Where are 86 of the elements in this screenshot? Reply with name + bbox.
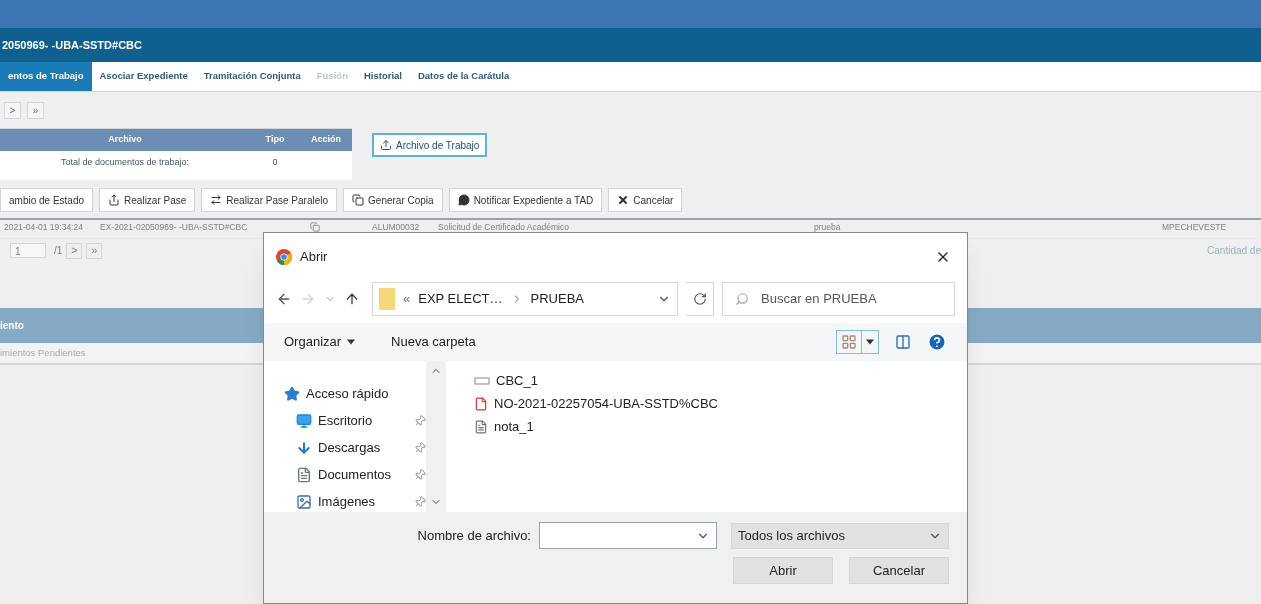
- up-button[interactable]: [344, 291, 360, 307]
- address-bar[interactable]: « EXP ELECT… PRUEBA: [372, 282, 678, 316]
- organize-menu[interactable]: Organizar: [284, 332, 356, 352]
- refresh-icon: [692, 292, 707, 306]
- action-button[interactable]: Realizar Pase: [99, 188, 196, 212]
- window-title: 2050969- -UBA-SSTD#CBC: [2, 37, 142, 53]
- forward-arrow-icon: [300, 291, 316, 307]
- nav-item[interactable]: Descargas: [296, 437, 426, 458]
- swap-arrows-icon: [210, 194, 223, 206]
- dialog-button[interactable]: Cancelar: [849, 557, 949, 584]
- tab[interactable]: entos de Trabajo: [0, 62, 92, 91]
- upload-button[interactable]: Archivo de Trabajo: [372, 133, 488, 157]
- view-grid-icon: [841, 334, 857, 350]
- file-item[interactable]: NO-2021-02257054-UBA-SSTD%CBC: [474, 394, 967, 414]
- search-input[interactable]: Buscar en PRUEBA: [761, 289, 931, 309]
- table-cell-text: Solicitud de Certificado Académico: [438, 220, 570, 234]
- image-icon: [296, 493, 312, 510]
- search-icon: [735, 292, 749, 306]
- nav-item[interactable]: Acceso rápido: [284, 383, 426, 404]
- folder-icon: [379, 288, 395, 310]
- action-button[interactable]: Realizar Pase Paralelo: [201, 188, 338, 212]
- table-cell-text: ALUM00032: [372, 220, 421, 234]
- tab[interactable]: Historial: [355, 62, 410, 91]
- preview-pane-button[interactable]: [895, 334, 911, 350]
- close-icon: [617, 194, 630, 206]
- table-cell-text: prueba: [814, 220, 842, 234]
- table-cell: MPECHEVESTE: [1162, 220, 1227, 234]
- filename-field[interactable]: [539, 522, 717, 549]
- copy-icon: [352, 194, 365, 206]
- column-header: Tipo: [264, 133, 286, 147]
- back-button[interactable]: [276, 291, 292, 307]
- action-button[interactable]: Cancelar: [608, 188, 683, 212]
- caret-icon: [866, 339, 874, 345]
- share-icon: [108, 194, 121, 206]
- pager-button[interactable]: »: [27, 102, 44, 119]
- action-button[interactable]: Notificar Expediente a TAD: [448, 188, 603, 212]
- table-cell-text: 2021-04-01 19:34:24: [3, 220, 84, 234]
- pdf-file-icon: [474, 397, 488, 411]
- filename-label: Nombre de archivo:: [417, 526, 531, 545]
- view-button[interactable]: [836, 330, 879, 354]
- table-cell-text: Total de documentos de trabajo:: [59, 156, 191, 170]
- file-type-select[interactable]: Todos los archivos: [731, 522, 949, 549]
- search-field[interactable]: Buscar en PRUEBA: [722, 282, 955, 316]
- refresh-button[interactable]: [686, 282, 714, 316]
- section-title: iento: [0, 319, 24, 333]
- page-field[interactable]: 1: [10, 243, 46, 258]
- dialog-title: Abrir: [300, 248, 328, 267]
- column-header: Archivo: [107, 133, 143, 147]
- monitor-icon: [296, 412, 312, 429]
- pane-icon: [895, 334, 911, 350]
- tab[interactable]: Datos de la Carátula: [409, 62, 518, 91]
- file-item[interactable]: nota_1: [474, 417, 967, 437]
- star-icon: [284, 385, 300, 402]
- file-item[interactable]: CBC_1: [474, 371, 967, 391]
- count-label: Cantidad de: [1207, 244, 1261, 258]
- nav-item[interactable]: Escritorio: [296, 410, 426, 431]
- help-icon: [927, 332, 947, 352]
- scrollbar[interactable]: [426, 361, 446, 512]
- breadcrumb-overflow: «: [403, 290, 411, 309]
- breadcrumb-segment[interactable]: PRUEBA: [530, 289, 584, 309]
- table-cell-text: EX-2021-02050969- -UBA-SSTD#CBC: [99, 220, 249, 234]
- tab[interactable]: Tramitación Conjunta: [195, 62, 309, 91]
- down-arrow-icon: [296, 439, 312, 456]
- action-button[interactable]: Generar Copia: [343, 188, 443, 212]
- caret-icon: [347, 339, 356, 345]
- pager-button[interactable]: »: [86, 242, 103, 259]
- section-subtitle: imientos Pendientes: [0, 345, 86, 360]
- upload-icon: [380, 139, 392, 151]
- new-folder-button[interactable]: Nueva carpeta: [391, 332, 476, 352]
- tab[interactable]: Asociar Expediente: [91, 62, 196, 91]
- document-icon: [296, 466, 312, 483]
- page-total: /1: [54, 244, 63, 258]
- browser-logo-icon: [276, 249, 292, 265]
- action-button[interactable]: ambio de Estado: [0, 188, 94, 212]
- file-icon: [474, 375, 490, 387]
- nav-item[interactable]: Imágenes: [296, 491, 426, 512]
- dialog-button[interactable]: Abrir: [733, 557, 833, 584]
- help-button[interactable]: [927, 332, 947, 352]
- text-file-icon: [474, 420, 488, 434]
- column-header: Acción: [310, 133, 342, 147]
- pager-button[interactable]: >: [4, 102, 21, 119]
- nav-item[interactable]: Documentos: [296, 464, 426, 485]
- breadcrumb-segment[interactable]: EXP ELECT…: [418, 289, 503, 309]
- speech-bubble-icon: [457, 194, 470, 206]
- pager-button[interactable]: >: [66, 242, 83, 259]
- table-cell-text: 0: [271, 156, 279, 170]
